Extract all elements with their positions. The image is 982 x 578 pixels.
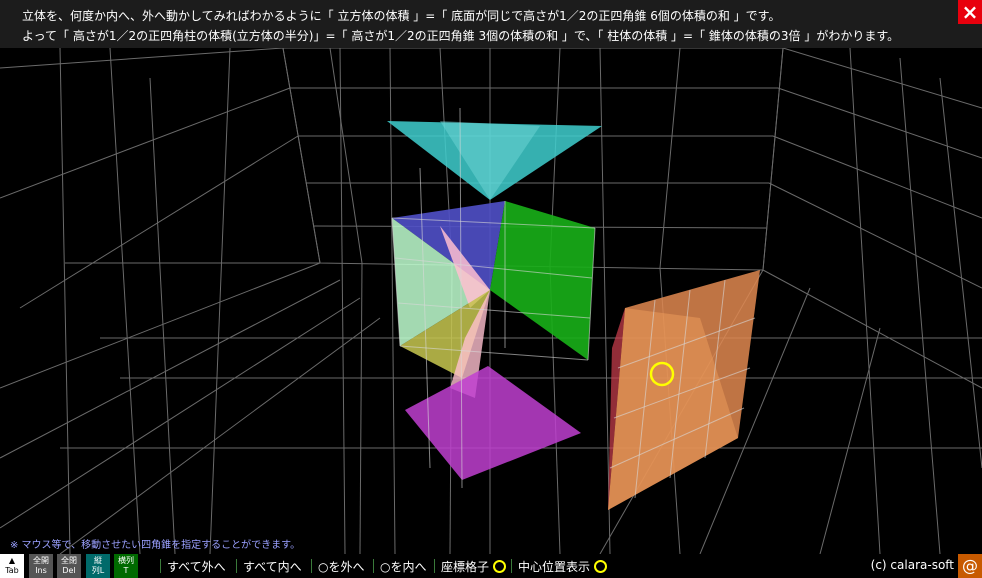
all-in-button[interactable]: すべて内へ bbox=[243, 558, 302, 575]
close-all-key: Del bbox=[62, 566, 76, 575]
separator bbox=[511, 559, 512, 573]
at-icon: @ bbox=[962, 556, 978, 575]
instruction-header: 立体を、何度か内へ、外へ動かしてみればわかるように「 立方体の体積 」=「 底面… bbox=[0, 0, 982, 48]
separator bbox=[434, 559, 435, 573]
horizontal-label: 横列 bbox=[118, 556, 134, 565]
vertical-row-button[interactable]: 縦 列L bbox=[86, 554, 110, 578]
vertical-key-line: 列L bbox=[86, 566, 110, 576]
tab-icon: ▲ bbox=[8, 556, 16, 565]
open-all-key: Ins bbox=[35, 566, 47, 575]
tab-key-label: Tab bbox=[5, 566, 19, 575]
all-out-button[interactable]: すべて外へ bbox=[167, 558, 226, 575]
right-pyramid[interactable] bbox=[490, 201, 595, 360]
horizontal-row-button[interactable]: 横列 T bbox=[114, 554, 138, 578]
close-button[interactable]: × bbox=[958, 0, 982, 24]
copyright: (c) calara-soft bbox=[870, 558, 954, 572]
separator bbox=[236, 559, 237, 573]
separator bbox=[311, 559, 312, 573]
instruction-line-2: よって「 高さが1／2の正四角柱の体積(立方体の半分)」=「 高さが1／2の正四… bbox=[22, 29, 900, 43]
grid-toggle-label: 座標格子 bbox=[441, 560, 490, 574]
center-toggle[interactable]: 中心位置表示 bbox=[518, 558, 608, 575]
vertical-label: 縦 bbox=[94, 556, 102, 565]
bottom-pyramid[interactable] bbox=[405, 366, 581, 480]
grid-toggle[interactable]: 座標格子 bbox=[441, 558, 507, 575]
close-all-button[interactable]: 全閉 Del bbox=[57, 554, 81, 578]
close-all-label: 全閉 bbox=[61, 556, 77, 565]
3d-scene[interactable] bbox=[0, 48, 982, 554]
close-icon: × bbox=[961, 0, 979, 24]
vertical-label-2: 列 bbox=[91, 566, 100, 575]
open-all-button[interactable]: 全開 Ins bbox=[29, 554, 53, 578]
open-all-label: 全開 bbox=[33, 556, 49, 565]
center-toggle-label: 中心位置表示 bbox=[518, 560, 591, 574]
circle-out-button[interactable]: ○を外へ bbox=[318, 558, 364, 575]
instruction-line-1: 立体を、何度か内へ、外へ動かしてみればわかるように「 立方体の体積 」=「 底面… bbox=[22, 9, 781, 23]
grid-indicator-icon bbox=[493, 560, 507, 573]
separator bbox=[160, 559, 161, 573]
hint-note: ※ マウス等で、移動させたい四角錐を指定することができます。 bbox=[10, 540, 301, 551]
vertical-key: L bbox=[99, 566, 105, 575]
tab-button[interactable]: ▲ Tab bbox=[0, 554, 24, 578]
circle-in-button[interactable]: ○を内へ bbox=[380, 558, 426, 575]
separator bbox=[373, 559, 374, 573]
center-indicator-icon bbox=[594, 560, 608, 573]
horizontal-key: T bbox=[123, 566, 129, 575]
at-button[interactable]: @ bbox=[958, 554, 982, 578]
toolbar: ▲ Tab 全開 Ins 全閉 Del 縦 列L 横列 T すべて外へ すべて内… bbox=[0, 554, 982, 578]
